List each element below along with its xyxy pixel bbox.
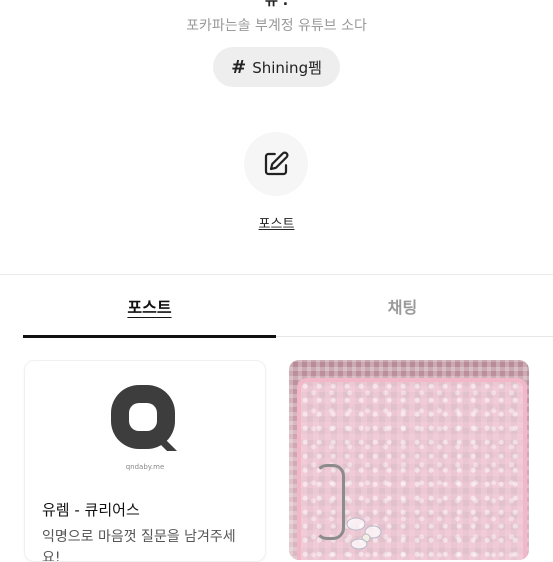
tag-chip[interactable]: # Shining펨	[213, 47, 340, 87]
write-post-button[interactable]	[244, 132, 308, 196]
logo-caption: qndaby.me	[125, 463, 165, 471]
edit-icon	[264, 151, 289, 176]
card-title: 유렘 - 큐리어스	[42, 501, 140, 519]
write-post-label[interactable]: 포스트	[0, 213, 553, 232]
post-card-photo[interactable]	[289, 360, 529, 560]
tag-label: Shining펨	[252, 58, 322, 77]
photo-image	[297, 378, 527, 560]
card-description: 익명으로 마음껏 질문을 남겨주세요!	[42, 529, 236, 562]
curious-logo	[107, 381, 183, 457]
post-card-curious[interactable]: qndaby.me 유렘 - 큐리어스 익명으로 마음껏 질문을 남겨주세요!	[24, 360, 266, 562]
hash-icon: #	[231, 56, 247, 78]
tab-underline	[276, 336, 553, 337]
charm-decoration	[346, 517, 382, 550]
active-tab-indicator	[23, 335, 276, 338]
profile-subtitle: 포카파는솔 부계정 유튜브 소다	[186, 18, 367, 34]
tab-bar: 포스트 채팅	[0, 275, 553, 337]
tab-posts[interactable]: 포스트	[23, 275, 276, 337]
profile-name: 유 .	[264, 0, 289, 9]
tab-chat[interactable]: 채팅	[276, 275, 529, 337]
